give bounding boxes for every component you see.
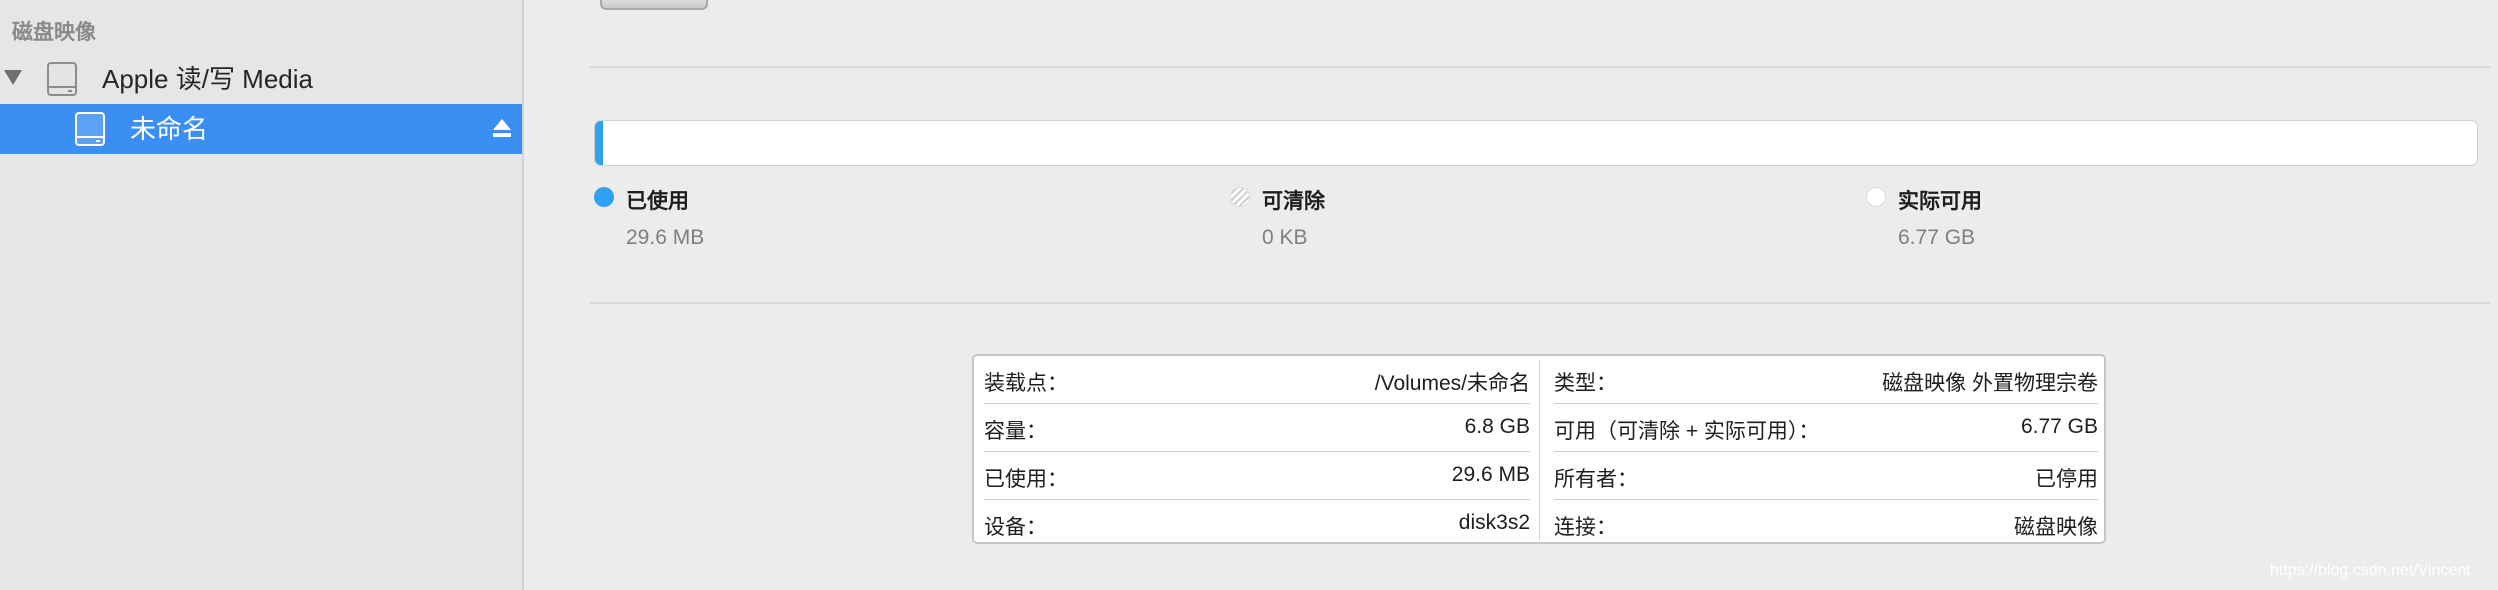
sidebar-item-label: 未命名 [130,114,209,144]
info-row-type: 类型： 磁盘映像 外置物理宗卷 [1554,356,2098,404]
info-row-connection: 连接： 磁盘映像 [1554,500,2098,548]
info-key: 设备： [984,516,1047,539]
info-value: /Volumes/未命名 [1374,372,1530,395]
column-divider [1539,360,1540,540]
info-value: 6.8 GB [1464,415,1530,438]
watermark: https://blog.csdn.net/Vincent [2270,562,2471,579]
free-dot-icon [1866,187,1886,207]
info-value: 已停用 [2035,468,2098,491]
info-key: 已使用： [984,468,1068,491]
info-key: 所有者： [1554,468,1638,491]
drive-icon [75,112,105,146]
info-value: 6.77 GB [2020,415,2098,438]
legend-label: 可清除 [1262,190,1325,213]
legend-value: 0 KB [1262,226,1308,249]
eject-icon[interactable] [492,116,512,140]
legend-value: 6.77 GB [1898,226,1976,249]
info-key: 连接： [1554,516,1617,539]
info-row-used: 已使用： 29.6 MB [984,452,1530,500]
info-row-capacity: 容量： 6.8 GB [984,404,1530,452]
used-dot-icon [594,187,614,207]
info-value: 29.6 MB [1451,463,1530,486]
sidebar-item-label: Apple 读/写 Media [102,64,313,94]
drive-icon [47,62,77,96]
legend-label: 实际可用 [1898,190,1982,213]
info-key: 可用（可清除 + 实际可用）： [1554,420,1820,443]
disclosure-triangle-icon[interactable] [4,70,22,85]
usage-bar-used-fill [595,121,604,165]
usage-bar [594,120,2478,166]
sidebar-item-volume[interactable]: 未命名 [0,104,522,154]
purgeable-dot-icon [1230,187,1250,207]
info-table: 装载点： /Volumes/未命名 容量： 6.8 GB 已使用： 29.6 M… [972,354,2106,544]
info-value: 磁盘映像 [2014,516,2098,539]
volume-image [600,0,708,10]
sidebar-item-device[interactable]: Apple 读/写 Media [0,54,522,104]
info-row-available: 可用（可清除 + 实际可用）： 6.77 GB [1554,404,2098,452]
divider [590,302,2490,304]
info-value: disk3s2 [1458,511,1530,534]
info-row-owners: 所有者： 已停用 [1554,452,2098,500]
legend-label: 已使用 [626,190,689,213]
info-value: 磁盘映像 外置物理宗卷 [1882,372,2098,395]
info-row-mount-point: 装载点： /Volumes/未命名 [984,356,1530,404]
legend-value: 29.6 MB [626,226,705,249]
divider [590,66,2490,68]
info-key: 类型： [1554,372,1617,395]
sidebar-section-title: 磁盘映像 [12,21,96,44]
sidebar: 磁盘映像 Apple 读/写 Media 未命名 [0,0,524,590]
info-key: 装载点： [984,372,1068,395]
info-row-device: 设备： disk3s2 [984,500,1530,548]
info-key: 容量： [984,420,1047,443]
